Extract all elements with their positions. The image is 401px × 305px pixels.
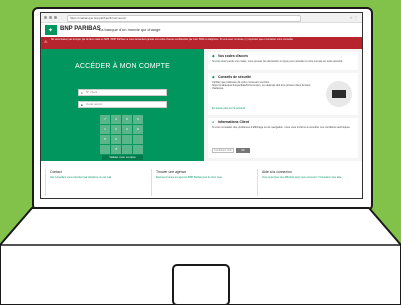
keypad-key[interactable]: [122, 145, 132, 154]
keypad-key[interactable]: [133, 135, 143, 144]
keypad-key[interactable]: [122, 135, 132, 144]
footer-title: Aide à la connexion: [262, 170, 292, 174]
card-title: Conseils de sécurité: [218, 75, 251, 79]
shield-icon: ◆: [212, 75, 215, 79]
footer-contact[interactable]: Contact Nos conseillers vous répondent p…: [45, 169, 150, 196]
conditions-ok-button[interactable]: OK: [236, 148, 250, 153]
keypad-key[interactable]: 8: [133, 125, 143, 134]
screen: https://mabanque.bnpparibas/fr/connexion…: [40, 12, 363, 199]
card-title: Vos codes d'accès: [218, 54, 248, 58]
secret-code-input[interactable]: ■ Code secret: [78, 101, 167, 108]
warning-icon: ⚠: [44, 39, 48, 44]
forward-icon[interactable]: [49, 16, 52, 19]
card-text: Si vous constatez des problèmes d'affich…: [212, 126, 351, 129]
footer-text: Retrouvez toutes les agences BNP Paribas…: [156, 176, 223, 179]
client-info-card: ● Informations Client Si vous constatez …: [208, 118, 358, 158]
brand-name: BNP PARIBAS: [60, 26, 101, 32]
keypad-clear-key[interactable]: ↺: [111, 145, 121, 154]
footer-help[interactable]: Aide à la connexion Vous rencontrez des …: [257, 169, 362, 196]
security-alert-banner: ⚠ Ne vous laissez pas tromper par de fau…: [41, 37, 362, 49]
login-title: ACCÉDER À MON COMPTE: [74, 63, 170, 70]
site-footer: Contact Nos conseillers vous répondent p…: [41, 167, 362, 198]
client-number-placeholder: N° client: [86, 90, 98, 94]
keypad-key[interactable]: 9: [133, 115, 143, 124]
card-text: Si vous avez perdu vos codes, vous pouve…: [212, 60, 344, 63]
star-icon: ✦: [48, 28, 54, 34]
trackpad: [172, 264, 230, 305]
keypad-key[interactable]: 3: [122, 125, 132, 134]
virtual-keypad: 7 4 0 9 1 2 3 8 5 6 ↺: [100, 115, 145, 157]
security-tips-card: ◆ Conseils de sécurité Vérifiez que l'ad…: [208, 73, 358, 115]
bnp-logo[interactable]: ✦: [45, 25, 57, 35]
user-icon: ●: [81, 91, 83, 95]
browser-menu-icon[interactable]: ☆ ⋮: [349, 15, 358, 20]
brand-tagline: La banque d'un monde qui change: [99, 27, 161, 32]
card-text: Vérifiez que l'adresse de votre connexio…: [212, 81, 311, 91]
login-panel: ACCÉDER À MON COMPTE ● N° client ■ Code …: [41, 49, 204, 161]
footer-agency[interactable]: Trouver une agence Retrouvez toutes les …: [151, 169, 256, 196]
keypad-key[interactable]: 1: [100, 125, 110, 134]
key-icon: ◆: [212, 54, 215, 58]
keypad-key[interactable]: [100, 145, 110, 154]
keypad-key[interactable]: 7: [100, 115, 110, 124]
keypad-key[interactable]: 6: [111, 135, 121, 144]
info-column: ◆ Vos codes d'accès Si vous avez perdu v…: [204, 49, 362, 161]
access-codes-card: ◆ Vos codes d'accès Si vous avez perdu v…: [208, 52, 358, 70]
keypad-key[interactable]: 2: [111, 125, 121, 134]
conditions-input[interactable]: Conditions tech.: [212, 148, 234, 153]
secure-device-illustration: [326, 81, 352, 107]
security-link[interactable]: En savoir plus sur la sécurité: [212, 107, 320, 110]
keypad-key[interactable]: [133, 145, 143, 154]
site-header: ✦ BNP PARIBAS La banque d'un monde qui c…: [41, 23, 362, 37]
login-submit-button[interactable]: Valider mon compte: [102, 155, 143, 160]
reload-icon[interactable]: [54, 16, 57, 19]
keypad-key[interactable]: 4: [111, 115, 121, 124]
footer-text: Nos conseillers vous répondent par télép…: [50, 176, 112, 179]
alert-text: Ne vous laissez pas tromper par de faux …: [51, 38, 294, 41]
browser-chrome: https://mabanque.bnpparibas/fr/connexion…: [41, 13, 362, 23]
address-bar[interactable]: https://mabanque.bnpparibas/fr/connexion: [67, 15, 301, 22]
footer-title: Trouver une agence: [156, 170, 187, 174]
keypad-key[interactable]: 0: [122, 115, 132, 124]
info-icon: ●: [212, 120, 215, 124]
secret-code-placeholder: Code secret: [86, 102, 103, 106]
back-icon[interactable]: [44, 16, 47, 19]
footer-title: Contact: [50, 170, 62, 174]
keypad-key[interactable]: 5: [100, 135, 110, 144]
footer-text: Vous rencontrez des difficultés pour vou…: [262, 176, 342, 179]
lock-icon: ■: [81, 103, 83, 107]
client-number-input[interactable]: ● N° client: [78, 89, 167, 96]
card-title: Informations Client: [218, 120, 249, 124]
